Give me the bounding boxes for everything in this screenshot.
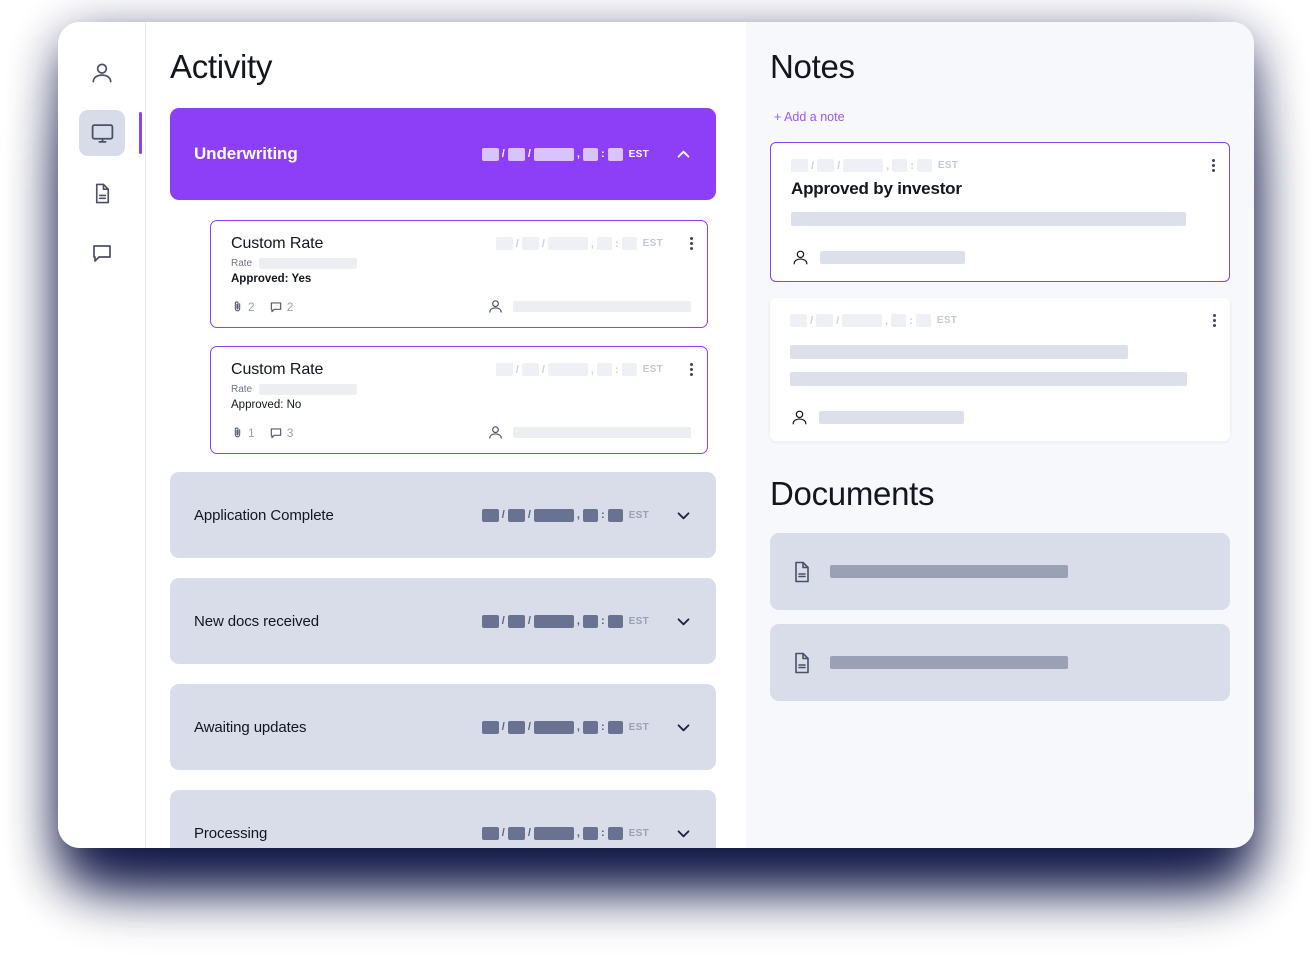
- chevron-up-icon[interactable]: [675, 146, 692, 163]
- assignee-name-redacted: [513, 427, 691, 438]
- stage-label: Processing: [194, 824, 268, 842]
- activity-stage-awaiting-updates[interactable]: Awaiting updates / / , : EST: [170, 684, 716, 770]
- document-row[interactable]: [770, 533, 1230, 610]
- app-window: Activity Underwriting / / , : EST Custom…: [58, 22, 1254, 848]
- document-icon: [790, 560, 814, 584]
- timestamp-redacted: / / , : EST: [791, 159, 958, 172]
- activity-stage-processing[interactable]: Processing / / , : EST: [170, 790, 716, 848]
- timestamp-redacted: / / , : EST: [481, 720, 649, 734]
- activity-panel: Activity Underwriting / / , : EST Custom…: [146, 22, 746, 848]
- note-title: Approved by investor: [791, 179, 962, 198]
- user-icon: [791, 248, 810, 267]
- timestamp-redacted: / / , : EST: [495, 237, 663, 250]
- sidebar-item-dashboard[interactable]: [79, 110, 142, 156]
- document-name-redacted: [830, 656, 1068, 669]
- user-icon: [487, 424, 504, 441]
- note-author: [790, 408, 1212, 427]
- activity-rate-card[interactable]: Custom Rate Rate Approved: No / / , : ES…: [210, 346, 708, 454]
- documents-title: Documents: [770, 475, 935, 512]
- document-icon: [91, 182, 114, 205]
- rate-value-redacted: [259, 384, 358, 395]
- sidebar-item-messages[interactable]: [79, 230, 125, 276]
- timestamp-redacted: / / , : EST: [481, 826, 649, 840]
- timestamp-redacted: / / , : EST: [481, 614, 649, 628]
- comment-count[interactable]: 3: [269, 425, 294, 440]
- note-author-name-redacted: [820, 251, 965, 264]
- stage-label: Underwriting: [194, 144, 298, 163]
- note-author: [791, 248, 1211, 267]
- timestamp-redacted: / / , : EST: [495, 363, 663, 376]
- paperclip-icon: [231, 300, 244, 313]
- note-body-redacted: [791, 212, 1186, 226]
- add-note-link[interactable]: + Add a note: [774, 110, 845, 124]
- page-title: Activity: [170, 48, 273, 85]
- rate-value-redacted: [259, 258, 358, 269]
- more-options-icon[interactable]: [1213, 314, 1216, 327]
- timestamp-redacted: / / , : EST: [790, 314, 957, 327]
- comment-icon: [269, 426, 283, 440]
- monitor-icon: [90, 121, 115, 146]
- sidebar-item-profile[interactable]: [79, 50, 125, 96]
- document-row[interactable]: [770, 624, 1230, 701]
- activity-stage-application-complete[interactable]: Application Complete / / , : EST: [170, 472, 716, 558]
- rate-card-title: Custom Rate: [231, 361, 324, 378]
- chevron-down-icon[interactable]: [675, 507, 692, 524]
- comment-count[interactable]: 2: [269, 299, 294, 314]
- comment-count-value: 3: [286, 425, 294, 440]
- note-body-redacted: [790, 345, 1128, 359]
- timestamp-redacted: / / , : EST: [481, 147, 649, 161]
- document-icon: [790, 651, 814, 675]
- assignee: [487, 424, 691, 441]
- attachment-count[interactable]: 1: [231, 426, 255, 440]
- activity-stage-new-docs-received[interactable]: New docs received / / , : EST: [170, 578, 716, 664]
- user-icon: [89, 60, 115, 86]
- stage-label: New docs received: [194, 612, 320, 630]
- user-icon: [790, 408, 809, 427]
- paperclip-icon: [231, 426, 244, 439]
- user-icon: [487, 298, 504, 315]
- chevron-down-icon[interactable]: [675, 613, 692, 630]
- rate-card-title: Custom Rate: [231, 235, 324, 252]
- sidebar-nav: [58, 22, 146, 848]
- more-options-icon[interactable]: [1212, 159, 1215, 172]
- document-name-redacted: [830, 565, 1068, 578]
- timestamp-redacted: / / , : EST: [481, 508, 649, 522]
- attachment-count[interactable]: 2: [231, 300, 255, 314]
- activity-stage-underwriting[interactable]: Underwriting / / , : EST: [170, 108, 716, 200]
- note-body-redacted: [790, 372, 1187, 386]
- comment-icon: [269, 300, 283, 314]
- chevron-down-icon[interactable]: [675, 825, 692, 842]
- more-options-icon[interactable]: [690, 237, 693, 250]
- approved-status: Approved: Yes: [231, 273, 312, 285]
- attachment-count-value: 2: [248, 299, 255, 314]
- note-author-name-redacted: [819, 411, 964, 424]
- assignee-name-redacted: [513, 301, 691, 312]
- note-card[interactable]: / / , : EST Approved by investor: [770, 142, 1230, 282]
- approved-status: Approved: No: [231, 399, 302, 411]
- more-options-icon[interactable]: [690, 363, 693, 376]
- chevron-down-icon[interactable]: [675, 719, 692, 736]
- note-card[interactable]: / / , : EST: [770, 298, 1230, 441]
- chat-bubble-icon: [90, 241, 114, 265]
- rate-label: Rate: [231, 258, 253, 269]
- notes-title: Notes: [770, 48, 855, 85]
- assignee: [487, 298, 691, 315]
- stage-label: Awaiting updates: [194, 718, 307, 736]
- rate-label: Rate: [231, 384, 253, 395]
- activity-rate-card[interactable]: Custom Rate Rate Approved: Yes / / , : E…: [210, 220, 708, 328]
- attachment-count-value: 1: [248, 425, 255, 440]
- notes-documents-panel: Notes + Add a note / / , : EST Approved …: [746, 22, 1254, 848]
- stage-label: Application Complete: [194, 506, 334, 524]
- sidebar-item-documents[interactable]: [79, 170, 125, 216]
- comment-count-value: 2: [286, 299, 294, 314]
